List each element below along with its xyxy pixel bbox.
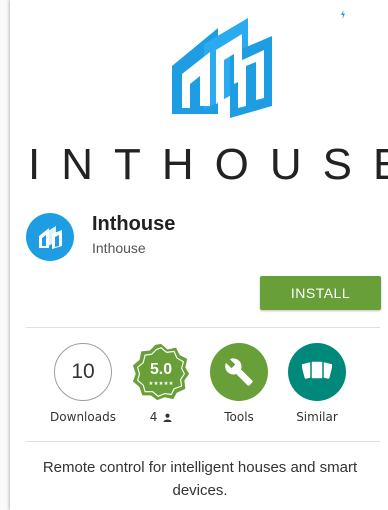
inthouse-logo-icon — [172, 18, 272, 118]
search-icon — [360, 51, 379, 69]
status-bar: 12:03 — [10, 0, 388, 28]
app-details-card: INTHOUSE 12:03 Inthouse Inthouse INSTALL… — [10, 0, 388, 510]
rating-stars: ★★★★★ — [148, 380, 173, 387]
back-button[interactable] — [26, 50, 50, 74]
rating-circle: 5.0 ★★★★★ — [132, 343, 190, 401]
similar-label: Similar — [296, 410, 338, 424]
status-time: 12:03 — [352, 6, 386, 21]
cell-signal-icon — [321, 7, 335, 20]
screen: INTHOUSE 12:03 Inthouse Inthouse INSTALL… — [0, 0, 388, 510]
rating-flower-icon: 5.0 ★★★★★ — [132, 343, 190, 401]
hero-banner: INTHOUSE — [10, 0, 388, 200]
rating-value: 5.0 — [150, 361, 172, 378]
developer-name[interactable]: Inthouse — [92, 240, 146, 256]
battery-charging-icon — [339, 6, 348, 21]
wrench-icon — [225, 358, 253, 386]
rating-count: 4 — [149, 410, 158, 424]
downloads-count: 10 — [54, 343, 112, 401]
tools-circle — [210, 343, 268, 401]
cards-icon — [302, 360, 332, 380]
wifi-icon — [300, 7, 317, 20]
rating-badge[interactable]: 5.0 ★★★★★ 4 — [121, 343, 201, 424]
install-button[interactable]: INSTALL — [260, 276, 381, 310]
arrow-back-icon — [30, 54, 46, 70]
similar-badge[interactable]: Similar — [277, 343, 357, 424]
similar-circle — [288, 343, 346, 401]
divider — [26, 327, 380, 328]
person-icon — [163, 413, 172, 422]
search-button[interactable] — [358, 48, 382, 72]
category-label: Tools — [224, 410, 254, 424]
divider — [26, 441, 380, 442]
app-icon — [26, 213, 74, 261]
app-title: Inthouse — [92, 213, 176, 235]
rating-count-label: 4 — [121, 410, 201, 424]
app-description[interactable]: Remote control for intelligent houses an… — [30, 456, 370, 502]
inthouse-app-icon — [39, 226, 62, 249]
brand-wordmark: INTHOUSE — [28, 140, 388, 189]
category-badge[interactable]: Tools — [199, 343, 279, 424]
downloads-badge: 10 Downloads — [43, 343, 123, 424]
downloads-label: Downloads — [50, 410, 116, 424]
